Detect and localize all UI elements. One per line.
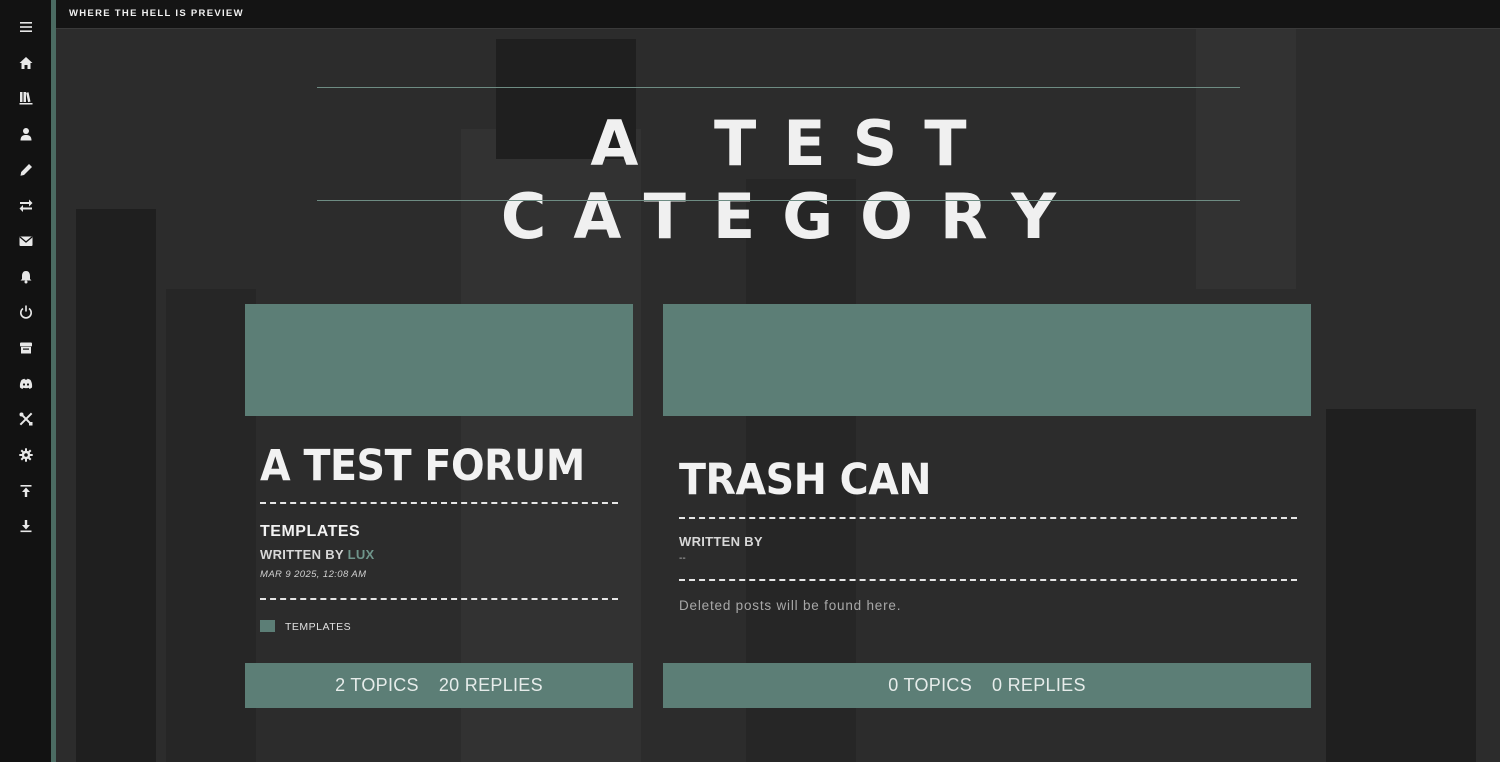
written-by-label: WRITTEN BY [679, 534, 763, 549]
divider [260, 502, 618, 504]
bell-icon[interactable] [16, 267, 35, 286]
mail-icon[interactable] [16, 231, 35, 250]
tools-icon[interactable] [16, 409, 35, 428]
home-icon[interactable] [16, 53, 35, 72]
main-content: A TEST CATEGORY A TEST FORUM TEMPLATES W… [56, 29, 1500, 762]
upload-icon[interactable] [16, 481, 35, 500]
author-placeholder: -- [679, 553, 686, 564]
sidebar [0, 0, 51, 762]
discord-icon[interactable] [16, 374, 35, 393]
board-title[interactable]: WHERE THE HELL IS PREVIEW [69, 8, 244, 19]
forum-banner[interactable] [663, 304, 1311, 416]
forum-banner[interactable] [245, 304, 633, 416]
subforum-link[interactable]: TEMPLATES [285, 621, 351, 633]
forum-stats: 2 TOPICS 20 REPLIES [245, 663, 633, 708]
store-icon[interactable] [16, 338, 35, 357]
category-rule-bottom [317, 200, 1240, 201]
subforum-icon [260, 620, 275, 632]
top-bar: WHERE THE HELL IS PREVIEW [56, 0, 1500, 29]
library-icon[interactable] [16, 88, 35, 107]
forum-description: Deleted posts will be found here. [679, 598, 902, 613]
category-rule-top [317, 87, 1240, 88]
divider [679, 517, 1297, 519]
user-icon[interactable] [16, 124, 35, 143]
author-link[interactable]: LUX [348, 547, 375, 562]
topic-count: 2 TOPICS [335, 675, 419, 695]
forum-title[interactable]: A TEST FORUM [260, 441, 585, 491]
background-building [166, 289, 256, 762]
menu-icon[interactable] [16, 17, 35, 36]
reply-count: 0 REPLIES [992, 675, 1086, 695]
divider [260, 598, 618, 600]
divider [679, 579, 1297, 581]
last-post-title[interactable]: TEMPLATES [260, 523, 360, 541]
power-icon[interactable] [16, 302, 35, 321]
gear-icon[interactable] [16, 445, 35, 464]
forum-stats: 0 TOPICS 0 REPLIES [663, 663, 1311, 708]
topic-count: 0 TOPICS [888, 675, 973, 695]
forum-title[interactable]: TRASH CAN [679, 455, 932, 505]
background-building [1326, 409, 1476, 762]
reply-count: 20 REPLIES [438, 675, 543, 695]
pencil-icon[interactable] [16, 160, 35, 179]
category-title[interactable]: A TEST CATEGORY [317, 107, 1240, 253]
written-by-label: WRITTEN BY [260, 547, 344, 562]
swap-icon[interactable] [16, 195, 35, 214]
download-icon[interactable] [16, 516, 35, 535]
last-post-byline: WRITTEN BY LUX [260, 547, 374, 562]
last-post-date: MAR 9 2025, 12:08 AM [260, 569, 367, 580]
background-building [76, 209, 156, 762]
